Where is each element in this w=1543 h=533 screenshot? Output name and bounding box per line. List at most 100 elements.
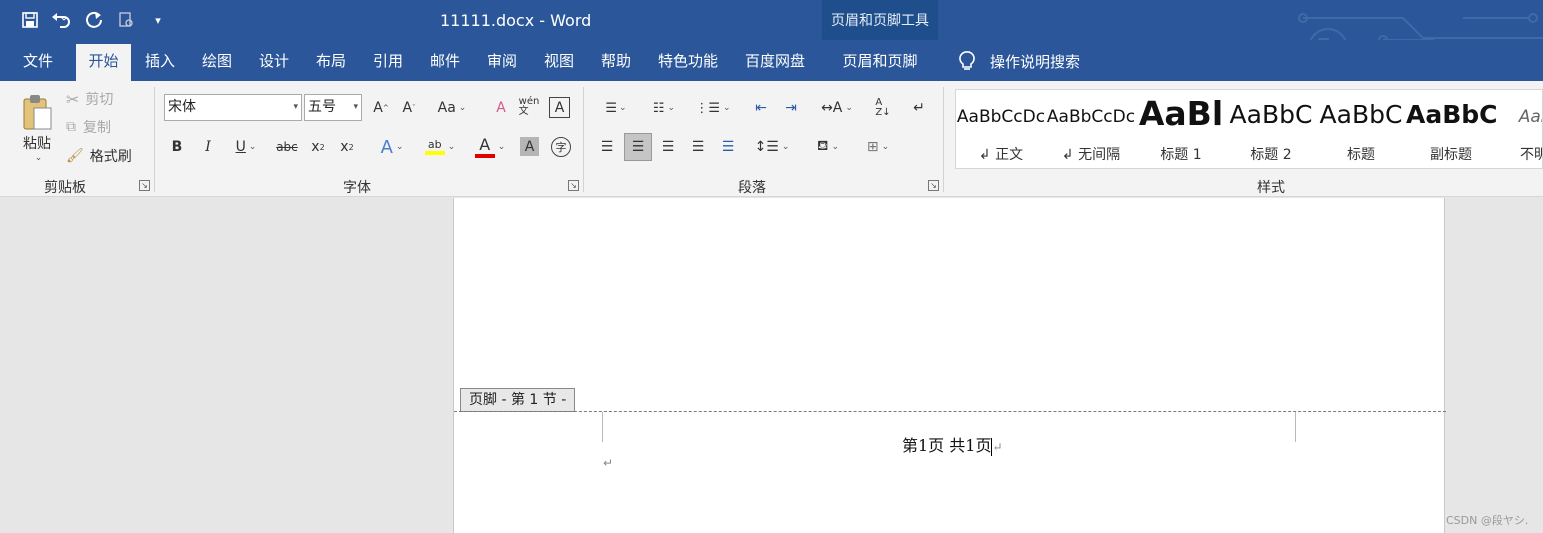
- left-margin-marker: [602, 412, 603, 442]
- underline-button[interactable]: U ⌄: [228, 136, 264, 158]
- styles-gallery: AaBbCcDc ↲ 正文 AaBbCcDc ↲ 无间隔 AaBl 标题 1 A…: [955, 89, 1543, 169]
- document-page[interactable]: 页脚 - 第 1 节 - 第1页 共1页↵ ↵: [453, 198, 1446, 533]
- change-case-button[interactable]: Aa ⌄: [434, 97, 470, 119]
- clipboard-dialog-launcher[interactable]: ↘: [139, 180, 150, 191]
- style-heading-2[interactable]: AaBbC 标题 2: [1226, 90, 1316, 168]
- format-painter-button[interactable]: 🖌 格式刷: [66, 145, 132, 167]
- undo-icon[interactable]: [50, 8, 74, 32]
- tab-special-features[interactable]: 特色功能: [652, 49, 724, 81]
- tab-header-footer[interactable]: 页眉和页脚: [832, 49, 928, 81]
- chevron-down-icon: ⌄: [34, 153, 43, 163]
- style-sample: AaBbC: [1319, 100, 1403, 129]
- multilevel-list-icon: ⋮☰: [695, 100, 721, 116]
- tab-home[interactable]: 开始: [76, 44, 131, 81]
- tab-insert[interactable]: 插入: [137, 49, 183, 81]
- enclose-characters-button[interactable]: 字: [551, 137, 571, 157]
- decrease-indent-button[interactable]: ⇤: [750, 97, 772, 119]
- style-subtitle[interactable]: AaBbC 副标题: [1406, 90, 1496, 168]
- subscript-button[interactable]: x2: [308, 136, 328, 158]
- multilevel-list-button[interactable]: ⋮☰ ⌄: [694, 97, 732, 119]
- increase-indent-button[interactable]: ⇥: [780, 97, 802, 119]
- highlighter-icon: ab: [424, 139, 445, 155]
- style-name: 标题 1: [1160, 147, 1202, 163]
- style-normal[interactable]: AaBbCcDc ↲ 正文: [956, 90, 1046, 168]
- paragraph-dialog-launcher[interactable]: ↘: [928, 180, 939, 191]
- separator: [583, 87, 584, 192]
- font-name-dropdown[interactable]: 宋体 ▾: [164, 94, 302, 121]
- paint-bucket-icon: ⛾: [817, 138, 829, 154]
- paragraph-mark-icon: ↵: [913, 100, 925, 116]
- tab-baidu-netdisk[interactable]: 百度网盘: [738, 49, 812, 81]
- font-color-button[interactable]: A ⌄: [470, 134, 510, 160]
- text-effects-button[interactable]: A ⌄: [374, 136, 410, 158]
- numbering-button[interactable]: ☷ ⌄: [645, 97, 683, 119]
- footer-content[interactable]: 第1页 共1页↵: [902, 432, 1003, 456]
- grow-font-button[interactable]: A ^: [370, 97, 392, 119]
- align-right-button[interactable]: ☰: [657, 135, 679, 159]
- clear-formatting-button[interactable]: A: [490, 97, 512, 119]
- borders-icon: ⊞: [866, 139, 879, 155]
- bullets-button[interactable]: ☰ ⌄: [597, 97, 635, 119]
- bold-button[interactable]: B: [167, 136, 187, 158]
- font-dialog-launcher[interactable]: ↘: [568, 180, 579, 191]
- decrease-indent-icon: ⇤: [755, 100, 767, 116]
- style-heading-1[interactable]: AaBl 标题 1: [1136, 90, 1226, 168]
- tab-view[interactable]: 视图: [536, 49, 582, 81]
- align-right-icon: ☰: [661, 139, 675, 155]
- tab-help[interactable]: 帮助: [593, 49, 639, 81]
- sort-icon: A Z↓: [875, 97, 891, 118]
- italic-button[interactable]: I: [198, 136, 218, 158]
- clipboard-group-label: 剪贴板: [44, 180, 86, 196]
- distributed-button[interactable]: ☰: [717, 135, 739, 159]
- style-sample: AaBbCcDc: [956, 107, 1046, 127]
- character-border-button[interactable]: A: [549, 97, 570, 118]
- strikethrough-button[interactable]: abc: [276, 136, 298, 158]
- tab-draw[interactable]: 绘图: [194, 49, 240, 81]
- distributed-icon: ☰: [721, 139, 735, 155]
- center-button[interactable]: ☰: [624, 133, 652, 161]
- justify-button[interactable]: ☰: [687, 135, 709, 159]
- shrink-font-button[interactable]: Aˇ: [398, 97, 420, 119]
- footer-section-tag: 页脚 - 第 1 节 -: [460, 388, 576, 412]
- clipboard-icon: [23, 95, 52, 130]
- cut-button[interactable]: ✂ 剪切: [66, 89, 113, 109]
- tab-layout[interactable]: 布局: [308, 49, 354, 81]
- paintbrush-icon: 🖌: [66, 148, 84, 164]
- tab-references[interactable]: 引用: [365, 49, 411, 81]
- superscript-button[interactable]: x2: [337, 136, 357, 158]
- save-icon[interactable]: [18, 8, 42, 32]
- copy-button[interactable]: ⧉ 复制: [66, 117, 111, 137]
- redo-icon[interactable]: [82, 8, 106, 32]
- chinese-layout-button[interactable]: ↔A ⌄: [818, 97, 856, 119]
- print-preview-icon[interactable]: [114, 8, 138, 32]
- numbered-list-icon: ☷: [652, 100, 665, 116]
- show-hide-marks-button[interactable]: ↵: [908, 97, 930, 119]
- justify-icon: ☰: [691, 139, 705, 155]
- empty-paragraph-mark: ↵: [603, 456, 614, 470]
- style-name: 副标题: [1430, 147, 1472, 163]
- phonetic-guide-button[interactable]: wén 文: [518, 95, 540, 119]
- character-shading-button[interactable]: A: [520, 137, 539, 156]
- tab-design[interactable]: 设计: [251, 49, 297, 81]
- csdn-watermark: CSDN @段ヤシ.: [1446, 514, 1529, 527]
- tab-file[interactable]: 文件: [10, 49, 66, 81]
- shading-button[interactable]: ⛾ ⌄: [808, 135, 848, 159]
- align-left-button[interactable]: ☰: [596, 135, 618, 159]
- style-subtle-emphasis[interactable]: AaBb 不明显: [1496, 90, 1542, 168]
- paste-button[interactable]: 粘贴 ⌄: [14, 87, 60, 169]
- tab-mailings[interactable]: 邮件: [422, 49, 468, 81]
- highlight-button[interactable]: ab ⌄: [420, 134, 460, 160]
- customize-qat-icon[interactable]: ▾: [146, 8, 170, 32]
- line-spacing-button[interactable]: ↕☰ ⌄: [752, 135, 792, 159]
- tab-review[interactable]: 审阅: [479, 49, 525, 81]
- lightbulb-icon: [959, 51, 975, 70]
- tell-me-search[interactable]: 操作说明搜索: [958, 50, 1080, 72]
- font-size-dropdown[interactable]: 五号 ▾: [304, 94, 362, 121]
- style-no-spacing[interactable]: AaBbCcDc ↲ 无间隔: [1046, 90, 1136, 168]
- style-title[interactable]: AaBbC 标题: [1316, 90, 1406, 168]
- borders-button[interactable]: ⊞ ⌄: [858, 135, 898, 159]
- font-color-icon: A: [474, 136, 495, 158]
- sort-button[interactable]: A Z↓: [872, 95, 894, 121]
- style-name: 标题 2: [1250, 147, 1292, 163]
- dropdown-arrow-icon: ▾: [293, 102, 298, 112]
